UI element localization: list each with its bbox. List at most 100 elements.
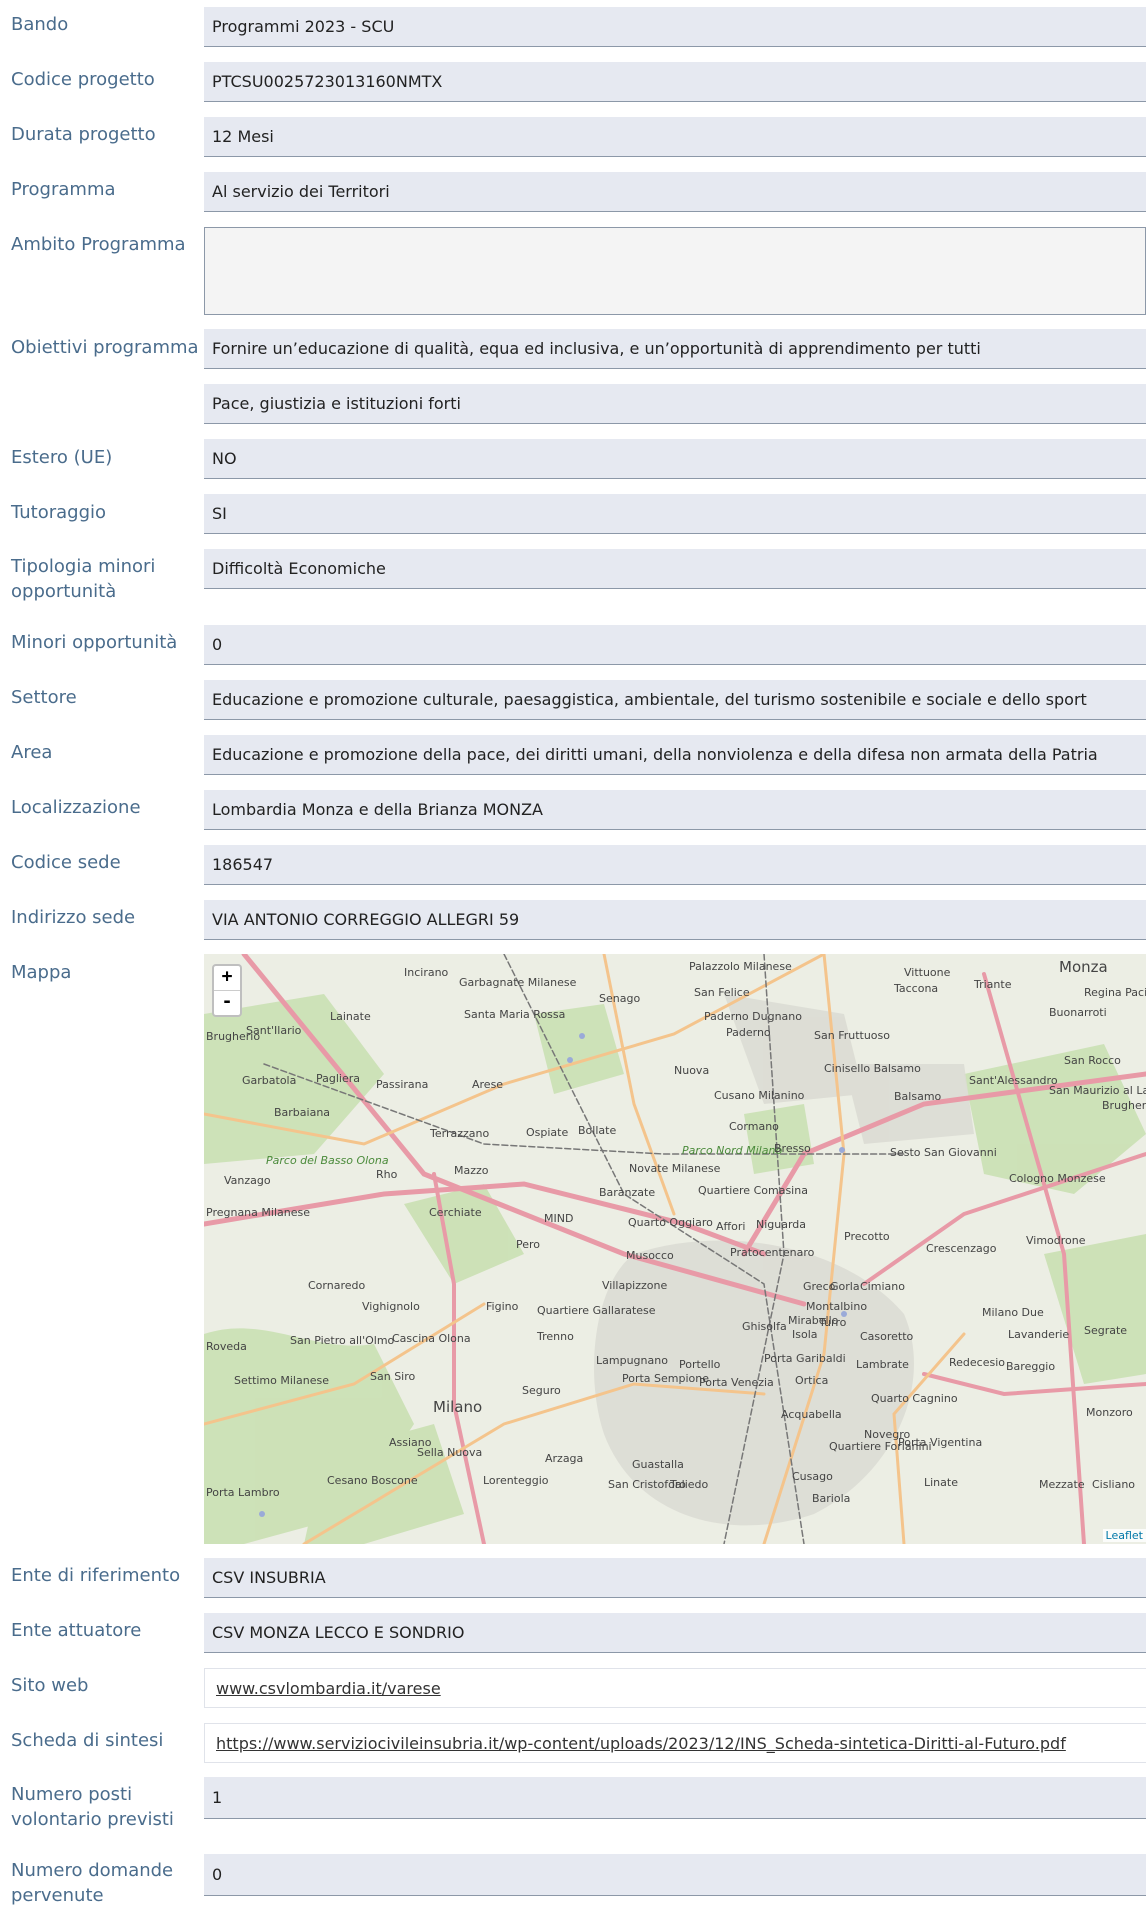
- map-place-label: Settimo Milanese: [234, 1374, 329, 1387]
- label-codice-sede: Codice sede: [11, 852, 121, 873]
- map-place-label: Cisliano: [1092, 1478, 1135, 1491]
- field-scheda-sintesi: https://www.serviziocivileinsubria.it/wp…: [204, 1723, 1146, 1763]
- map-place-label: Monza: [1059, 958, 1108, 976]
- map-place-label: Portello: [679, 1358, 721, 1371]
- field-bando: Programmi 2023 - SCU: [204, 7, 1146, 47]
- field-numero-posti: 1: [204, 1777, 1146, 1819]
- map-place-label: Roveda: [206, 1340, 247, 1353]
- label-area: Area: [11, 742, 53, 763]
- map-place-label: Sant'Alessandro: [969, 1074, 1058, 1087]
- map-place-label: Cinisello Balsamo: [824, 1062, 921, 1075]
- map-tiles: Garbagnate Milanese Senago Palazzolo Milan…: [204, 954, 1146, 1544]
- map-place-label: Senago: [599, 992, 640, 1005]
- field-indirizzo-sede: VIA ANTONIO CORREGGIO ALLEGRI 59: [204, 900, 1146, 940]
- map-place-label: Ospiate: [526, 1126, 568, 1139]
- map-place-label: Triante: [973, 978, 1012, 991]
- label-codice-progetto: Codice progetto: [11, 69, 155, 90]
- map-place-label: Mezzate: [1039, 1478, 1085, 1491]
- map-place-label: Incirano: [404, 966, 449, 979]
- map-attribution[interactable]: Leaflet: [1102, 1529, 1146, 1542]
- map-place-label: Pagliera: [316, 1072, 360, 1085]
- zoom-out-button[interactable]: -: [214, 990, 240, 1015]
- label-ente-attuatore: Ente attuatore: [11, 1620, 142, 1641]
- label-scheda-sintesi: Scheda di sintesi: [11, 1730, 164, 1751]
- map-place-label: Cimiano: [860, 1280, 905, 1293]
- map-place-label: Isola: [792, 1328, 818, 1341]
- field-numero-domande: 0: [204, 1854, 1146, 1896]
- map-place-label: Precotto: [844, 1230, 890, 1243]
- map-place-label: Casoretto: [860, 1330, 914, 1343]
- label-indirizzo-sede: Indirizzo sede: [11, 907, 136, 928]
- field-obiettivo-2: Pace, giustizia e istituzioni forti: [204, 384, 1146, 424]
- scheda-sintesi-link[interactable]: https://www.serviziocivileinsubria.it/wp…: [216, 1734, 1066, 1753]
- field-area: Educazione e promozione della pace, dei …: [204, 735, 1146, 775]
- map-place-label: Lainate: [330, 1010, 371, 1023]
- map-place-label: Segrate: [1084, 1324, 1127, 1337]
- map-place-label: Cusano Milanino: [714, 1089, 805, 1102]
- field-localizzazione: Lombardia Monza e della Brianza MONZA: [204, 790, 1146, 830]
- map-place-label: Pregnana Milanese: [206, 1206, 310, 1219]
- map-place-label: Montalbino: [806, 1300, 867, 1313]
- map-place-label: Milano Due: [982, 1306, 1044, 1319]
- field-sito-web: www.csvlombardia.it/varese: [204, 1668, 1146, 1708]
- label-ambito-programma: Ambito Programma: [11, 234, 186, 255]
- map-place-label: Cesano Boscone: [327, 1474, 418, 1487]
- map-place-label: San Siro: [370, 1370, 416, 1383]
- map-place-label: Sella Nuova: [417, 1446, 482, 1459]
- map-place-label: Cologno Monzese: [1009, 1172, 1106, 1185]
- map-place-label: Santa Maria Rossa: [464, 1008, 565, 1021]
- label-numero-posti: Numero posti volontario previsti: [11, 1784, 174, 1830]
- map-place-label: Bresso: [774, 1142, 811, 1155]
- map-place-label: Passirana: [376, 1078, 428, 1091]
- map-place-label: Quartiere Gallaratese: [537, 1304, 656, 1317]
- field-estero: NO: [204, 439, 1146, 479]
- map-place-label: Porta Garibaldi: [764, 1352, 846, 1365]
- map[interactable]: Garbagnate Milanese Senago Palazzolo Milan…: [204, 954, 1146, 1544]
- field-programma: Al servizio dei Territori: [204, 172, 1146, 212]
- zoom-in-button[interactable]: +: [214, 966, 240, 990]
- field-tipologia-minori: Difficoltà Economiche: [204, 549, 1146, 589]
- label-durata-progetto: Durata progetto: [11, 124, 156, 145]
- map-place-label: Quarto Cagnino: [871, 1392, 958, 1405]
- map-place-label: Brugherio: [206, 1030, 260, 1043]
- field-obiettivo-1: Fornire un’educazione di qualità, equa e…: [204, 329, 1146, 369]
- map-place-label: Figino: [486, 1300, 519, 1313]
- label-obiettivi-programma: Obiettivi programma: [11, 337, 199, 358]
- map-place-label: Villapizzone: [602, 1279, 667, 1292]
- map-place-label: Porta Venezia: [699, 1376, 774, 1389]
- map-place-label: Mazzo: [454, 1164, 489, 1177]
- map-place-label: Paderno: [726, 1026, 771, 1039]
- map-place-label: Vittuone: [904, 966, 951, 979]
- map-place-label: Nuova: [674, 1064, 709, 1077]
- field-durata-progetto: 12 Mesi: [204, 117, 1146, 157]
- map-place-label: Cusago: [792, 1470, 833, 1483]
- map-place-label: Sesto San Giovanni: [890, 1146, 997, 1159]
- map-place-label: Pero: [516, 1238, 540, 1251]
- map-place-label: Palazzolo Milanese: [689, 960, 792, 973]
- map-place-label: Rho: [376, 1168, 398, 1181]
- map-place-label: Taccona: [893, 982, 938, 995]
- map-place-label: Porta Lambro: [206, 1486, 280, 1499]
- map-place-label: Garbagnate Milanese: [459, 976, 577, 989]
- label-tipologia-minori: Tipologia minori opportunità: [11, 556, 156, 602]
- map-place-label: Ghisolfa: [742, 1320, 787, 1333]
- map-place-label: Cormano: [729, 1120, 779, 1133]
- map-place-label: Lavanderie: [1008, 1328, 1069, 1341]
- map-place-label: Redecesio: [949, 1356, 1005, 1369]
- map-place-label: Affori: [716, 1220, 745, 1233]
- map-place-label: Seguro: [522, 1384, 561, 1397]
- label-estero: Estero (UE): [11, 447, 113, 468]
- map-place-label: Porta Vigentina: [898, 1436, 982, 1449]
- map-place-label: Brugherio: [1102, 1099, 1146, 1112]
- label-mappa: Mappa: [11, 962, 72, 983]
- map-place-label: Linate: [924, 1476, 958, 1489]
- label-sito-web: Sito web: [11, 1675, 89, 1696]
- map-place-label: Novate Milanese: [629, 1162, 721, 1175]
- map-place-label: Bareggio: [1006, 1360, 1055, 1373]
- sito-web-link[interactable]: www.csvlombardia.it/varese: [216, 1679, 441, 1698]
- field-ambito-programma: [204, 227, 1146, 315]
- map-place-label: Barbaiana: [274, 1106, 330, 1119]
- map-place-label: Arzaga: [545, 1452, 583, 1465]
- map-place-label: Regina Pacis: [1084, 986, 1146, 999]
- label-programma: Programma: [11, 179, 116, 200]
